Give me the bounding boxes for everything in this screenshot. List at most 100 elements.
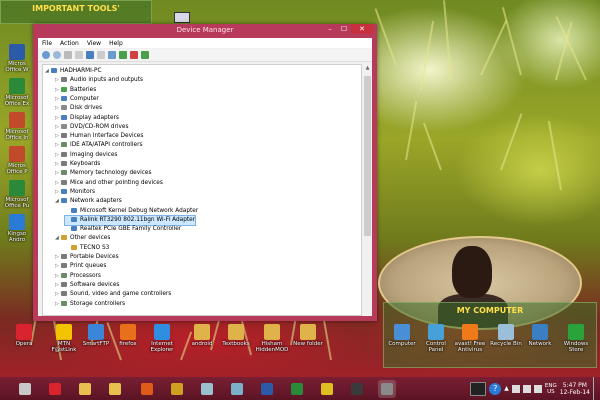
- taskbar-notes-button[interactable]: [228, 380, 246, 398]
- taskbar-pes-button[interactable]: [318, 380, 336, 398]
- details-icon[interactable]: [97, 51, 105, 59]
- desktop-icon[interactable]: Internet Explorer: [144, 324, 180, 353]
- tree-node[interactable]: ▷ Audio inputs and outputs: [55, 76, 143, 85]
- taskbar-media-player-button[interactable]: [138, 380, 156, 398]
- desktop-icon[interactable]: Microsof Office In: [2, 112, 32, 141]
- desktop-icon[interactable]: Microsof Office Pu: [2, 180, 32, 209]
- tree-node[interactable]: ▷ Software devices: [55, 281, 119, 290]
- tray-app-icon[interactable]: [470, 381, 487, 396]
- desktop-icon[interactable]: Control Panel: [418, 324, 454, 353]
- desktop-icon[interactable]: Micros Office P: [2, 146, 32, 175]
- monitor-icon[interactable]: [108, 51, 116, 59]
- minimize-button[interactable]: –: [323, 24, 337, 34]
- desktop-icon[interactable]: Recycle Bin: [488, 324, 524, 347]
- desktop-icon[interactable]: Windows Store: [558, 324, 594, 353]
- tree-node[interactable]: ▷ Mice and other pointing devices: [55, 179, 163, 188]
- tree-node[interactable]: ▷ Display adapters: [55, 114, 119, 123]
- tree-node[interactable]: ▷ Batteries: [55, 86, 96, 95]
- list-view-icon[interactable]: [75, 51, 83, 59]
- tree-node[interactable]: Realtek PCIe GBE Family Controller: [65, 225, 181, 234]
- taskbar-start-button[interactable]: [16, 380, 34, 398]
- clock-date: 12-Feb-14: [559, 388, 590, 396]
- desktop-icon[interactable]: Micros Office W: [2, 44, 32, 73]
- tree-node[interactable]: ▷ Monitors: [55, 188, 95, 197]
- desktop-icon-label: firefox: [119, 341, 137, 347]
- desktop-icon[interactable]: android: [184, 324, 220, 347]
- scrollbar-thumb[interactable]: [364, 76, 371, 236]
- desktop-icon[interactable]: New folder: [290, 324, 326, 347]
- tree-node[interactable]: ▷ Memory technology devices: [55, 169, 152, 178]
- tree-node[interactable]: ▷ Portable Devices: [55, 253, 119, 262]
- close-button[interactable]: ✕: [351, 24, 373, 34]
- menu-action[interactable]: Action: [60, 40, 79, 47]
- vertical-scrollbar[interactable]: ▲: [363, 64, 372, 316]
- tree-node[interactable]: ◢ Other devices: [55, 234, 110, 243]
- tree-node[interactable]: ▷ Human Interface Devices: [55, 132, 143, 141]
- taskbar-file-explorer-button[interactable]: [76, 380, 94, 398]
- tree-node[interactable]: ▷ Computer: [55, 95, 99, 104]
- volume-icon[interactable]: [522, 384, 531, 393]
- taskbar-excel-button[interactable]: [288, 380, 306, 398]
- tree-node[interactable]: ▷ Storage controllers: [55, 300, 125, 309]
- tree-node[interactable]: ▷ DVD/CD-ROM drives: [55, 123, 128, 132]
- menu-file[interactable]: File: [42, 40, 52, 47]
- app-icon: [88, 324, 104, 340]
- forward-icon[interactable]: [53, 51, 61, 59]
- tree-node[interactable]: Microsoft Kernel Debug Network Adapter: [65, 207, 198, 216]
- uninstall-icon[interactable]: [130, 51, 138, 59]
- tree-node[interactable]: ▷ Processors: [55, 272, 101, 281]
- desktop-icon[interactable]: Kingso Andro: [2, 214, 32, 243]
- language-indicator[interactable]: ENG US: [545, 383, 557, 395]
- taskbar-word-button[interactable]: [258, 380, 276, 398]
- desktop-icon[interactable]: Hisham HiddenMOD: [254, 324, 290, 353]
- taskbar-winamp-button[interactable]: [168, 380, 186, 398]
- desktop-icon[interactable]: SmartFTP: [78, 324, 114, 347]
- taskbar-opera-button[interactable]: [46, 380, 64, 398]
- update-driver-icon[interactable]: [119, 51, 127, 59]
- device-icon: [61, 254, 67, 259]
- desktop-icon[interactable]: Computer: [384, 324, 420, 347]
- tree-node[interactable]: ▷ Keyboards: [55, 160, 100, 169]
- opera-icon: [49, 382, 61, 395]
- menu-view[interactable]: View: [87, 40, 101, 47]
- network-icon[interactable]: [511, 384, 520, 393]
- menu-help[interactable]: Help: [109, 40, 123, 47]
- tree-node[interactable]: ▷ Print queues: [55, 262, 106, 271]
- show-desktop-button[interactable]: [593, 377, 598, 400]
- taskbar-photos-button[interactable]: [198, 380, 216, 398]
- desktop-icon[interactable]: Network: [522, 324, 558, 347]
- taskbar-folder-button[interactable]: [106, 380, 124, 398]
- folder-icon[interactable]: [174, 12, 190, 23]
- desktop-icon[interactable]: MTN F@stLink: [46, 324, 82, 353]
- tree-node[interactable]: Ralink RT3290 802.11bgn Wi-Fi Adapter: [63, 214, 197, 226]
- device-manager-window: Device Manager – ☐ ✕ File Action View He…: [33, 24, 377, 321]
- desktop-icon[interactable]: Textbooks: [218, 324, 254, 347]
- desktop-icon[interactable]: avast! Free Antivirus: [452, 324, 488, 353]
- desktop-icon[interactable]: firefox: [110, 324, 146, 347]
- desktop-icon[interactable]: Opera: [6, 324, 42, 347]
- tree-node[interactable]: TECNO S3: [65, 244, 109, 253]
- taskbar-device-manager-button[interactable]: [378, 379, 396, 398]
- maximize-button[interactable]: ☐: [337, 24, 351, 34]
- scan-hardware-icon[interactable]: [141, 51, 149, 59]
- tree-node[interactable]: ▷ IDE ATA/ATAPI controllers: [55, 141, 143, 150]
- tree-node[interactable]: ▷ Imaging devices: [55, 151, 117, 160]
- device-icon: [61, 133, 67, 139]
- desktop-icon-label: Hisham HiddenMOD: [255, 341, 289, 353]
- tree-node[interactable]: ▷ Disk drives: [55, 104, 102, 113]
- help-icon[interactable]: [86, 51, 94, 59]
- help-icon[interactable]: ?: [489, 382, 502, 395]
- tree-node[interactable]: ◢ HADHARMI-PC: [45, 67, 102, 76]
- chevron-up-icon[interactable]: ▲: [504, 385, 509, 392]
- clock[interactable]: 5:47 PM 12-Feb-14: [560, 382, 590, 396]
- desktop-icon[interactable]: Microsof Office Ex: [2, 78, 32, 107]
- back-icon[interactable]: [42, 51, 50, 59]
- tree-node[interactable]: ▷ Sound, video and game controllers: [55, 290, 171, 299]
- flag-icon[interactable]: [533, 384, 542, 393]
- properties-icon[interactable]: [64, 51, 72, 59]
- taskbar-chrome-like-button[interactable]: [348, 380, 366, 398]
- device-tree[interactable]: ◢ HADHARMI-PC ▷ Audio inputs and outputs ▷ Ba…: [42, 64, 362, 316]
- title-bar[interactable]: Device Manager – ☐ ✕: [33, 24, 377, 38]
- scroll-up-icon[interactable]: ▲: [363, 65, 372, 71]
- tree-node[interactable]: ◢ Network adapters: [55, 197, 122, 206]
